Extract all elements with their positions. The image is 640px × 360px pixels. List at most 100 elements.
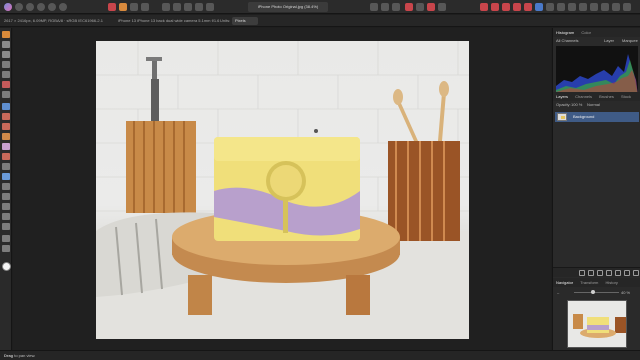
- invert-selection-icon[interactable]: [184, 3, 192, 11]
- layer-checkbox[interactable]: Layer: [604, 38, 614, 43]
- preview-icon[interactable]: [546, 3, 554, 11]
- live-filter-icon[interactable]: [513, 3, 521, 11]
- liquify-persona-icon[interactable]: [26, 3, 34, 11]
- text-tool-icon[interactable]: [2, 213, 10, 220]
- persona-group: [4, 2, 67, 12]
- share-icon[interactable]: [612, 3, 620, 11]
- document-image[interactable]: [96, 41, 469, 339]
- clone-brush-icon[interactable]: [2, 143, 10, 150]
- inpainting-brush-icon[interactable]: [2, 163, 10, 170]
- fill-layer-icon[interactable]: [524, 3, 532, 11]
- view-tool-icon[interactable]: [2, 31, 10, 38]
- tab-history[interactable]: History: [602, 278, 620, 287]
- red-eye-icon[interactable]: [2, 173, 10, 180]
- help-icon[interactable]: [579, 3, 587, 11]
- color-picker-icon[interactable]: [2, 51, 10, 58]
- zoom-out-icon[interactable]: –: [557, 288, 559, 297]
- more-icon[interactable]: [623, 3, 631, 11]
- tab-color[interactable]: Color: [578, 28, 594, 37]
- mask-icon[interactable]: [480, 3, 488, 11]
- quick-mask-icon[interactable]: [195, 3, 203, 11]
- zoom-value[interactable]: 40 %: [621, 288, 630, 297]
- view-mode-icon[interactable]: [535, 3, 543, 11]
- layer-thumbnail: [557, 113, 567, 121]
- channels-dropdown[interactable]: All Channels: [556, 38, 578, 43]
- marquee-checkbox[interactable]: Marquee: [622, 38, 638, 43]
- deselect-icon[interactable]: [173, 3, 181, 11]
- marquee-tool-icon[interactable]: [2, 91, 10, 98]
- tab-navigator[interactable]: Navigator: [553, 278, 576, 287]
- document-title[interactable]: iPhone Photo Original.jpg (38.4%): [248, 2, 328, 12]
- arrange-icon[interactable]: [381, 3, 389, 11]
- selection-brush-icon[interactable]: [2, 71, 10, 78]
- erase-brush-icon[interactable]: [2, 123, 10, 130]
- layer-controls: Opacity: 100 % Normal: [553, 100, 640, 109]
- photo-persona-icon[interactable]: [15, 3, 23, 11]
- tab-transform[interactable]: Transform: [577, 278, 601, 287]
- auto-white-balance-icon[interactable]: [141, 3, 149, 11]
- navigator-thumbnail[interactable]: [567, 300, 627, 348]
- fx-icon[interactable]: [491, 3, 499, 11]
- window-mode-icon[interactable]: [568, 3, 576, 11]
- layer-row-background[interactable]: Background: [555, 112, 639, 122]
- layer-opacity-icon[interactable]: [579, 270, 585, 276]
- status-hint-text: to pan view.: [13, 353, 36, 358]
- units-dropdown[interactable]: Pixels: [232, 17, 258, 25]
- zoom-tool-icon[interactable]: [2, 235, 10, 242]
- healing-brush-icon[interactable]: [2, 183, 10, 190]
- delete-layer-icon[interactable]: [633, 270, 639, 276]
- status-bar: Drag to pan view.: [0, 350, 640, 360]
- macro-icon[interactable]: [438, 3, 446, 11]
- tab-histogram[interactable]: Histogram: [553, 28, 577, 37]
- zoom-slider-knob[interactable]: [591, 290, 595, 294]
- opacity-label: Opacity:: [556, 102, 571, 107]
- studio-panels: Histogram Color All Channels Layer Marqu…: [552, 28, 640, 350]
- navigator-zoom: – 40 %: [553, 288, 640, 297]
- histogram-options: All Channels Layer Marquee: [556, 38, 638, 45]
- assistant-icon[interactable]: [405, 3, 413, 11]
- dodge-brush-icon[interactable]: [2, 133, 10, 140]
- opacity-value[interactable]: 100 %: [571, 100, 582, 109]
- auto-contrast-icon[interactable]: [119, 3, 127, 11]
- pen-tool-icon[interactable]: [2, 193, 10, 200]
- settings-icon[interactable]: [590, 3, 598, 11]
- record-icon[interactable]: [416, 3, 424, 11]
- mask-layer-icon[interactable]: [588, 270, 594, 276]
- hand-tool-icon[interactable]: [2, 245, 10, 252]
- mesh-warp-icon[interactable]: [2, 223, 10, 230]
- tone-map-persona-icon[interactable]: [48, 3, 56, 11]
- pin-icon[interactable]: [601, 3, 609, 11]
- auto-colors-icon[interactable]: [130, 3, 138, 11]
- move-tool-icon[interactable]: [2, 41, 10, 48]
- develop-persona-icon[interactable]: [37, 3, 45, 11]
- paint-brush-icon[interactable]: [2, 113, 10, 120]
- arrange-group: [370, 2, 400, 12]
- live-filter-layer-icon[interactable]: [606, 270, 612, 276]
- snapshot-icon[interactable]: [427, 3, 435, 11]
- blend-mode-dropdown[interactable]: Normal: [587, 100, 600, 109]
- group-layer-icon[interactable]: [615, 270, 621, 276]
- add-layer-icon[interactable]: [624, 270, 630, 276]
- crop-tool-icon[interactable]: [2, 61, 10, 68]
- snapping-icon[interactable]: [392, 3, 400, 11]
- auto-levels-icon[interactable]: [108, 3, 116, 11]
- histogram-graph: [556, 46, 638, 96]
- adjustment-icon[interactable]: [502, 3, 510, 11]
- assistant-group: [405, 2, 446, 12]
- select-all-icon[interactable]: [162, 3, 170, 11]
- align-icon[interactable]: [370, 3, 378, 11]
- foreground-color-swatch[interactable]: [2, 262, 11, 271]
- split-view-icon[interactable]: [557, 3, 565, 11]
- photo-content: [96, 41, 469, 339]
- rectangle-tool-icon[interactable]: [2, 203, 10, 210]
- blur-brush-icon[interactable]: [2, 153, 10, 160]
- adjustment-layer-icon[interactable]: [597, 270, 603, 276]
- camera-info: iPhone 13 iPhone 13 back dual wide camer…: [118, 18, 220, 23]
- zoom-slider[interactable]: [574, 292, 619, 293]
- main-toolbar: iPhone Photo Original.jpg (38.4%): [0, 0, 640, 14]
- export-persona-icon[interactable]: [59, 3, 67, 11]
- refine-selection-icon[interactable]: [206, 3, 214, 11]
- flood-select-icon[interactable]: [2, 81, 10, 88]
- flood-fill-icon[interactable]: [2, 103, 10, 110]
- view-group: [480, 2, 631, 12]
